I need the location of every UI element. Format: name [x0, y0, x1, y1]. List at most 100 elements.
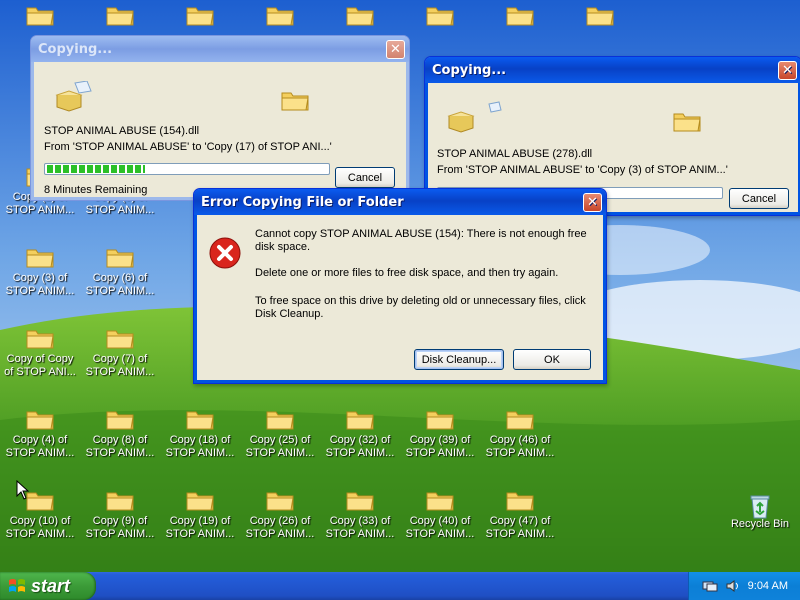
folder-icon	[186, 408, 214, 430]
folder-label: Copy (3) of STOP ANIM...	[5, 272, 75, 297]
desktop-folder[interactable]: Copy of Copy of STOP ANI...	[0, 323, 80, 395]
copy-progress-bar	[44, 163, 330, 175]
folder-label: Copy (40) of STOP ANIM...	[405, 515, 475, 540]
folder-icon	[506, 489, 534, 511]
recycle-bin-icon	[746, 492, 774, 519]
disk-cleanup-button[interactable]: Disk Cleanup...	[414, 349, 504, 370]
desktop-folder[interactable]: Copy (33) of STOP ANIM...	[320, 485, 400, 557]
clock[interactable]: 9:04 AM	[748, 580, 788, 592]
error-message-line1: Cannot copy STOP ANIMAL ABUSE (154): The…	[255, 228, 587, 240]
copy-from-to: From 'STOP ANIMAL ABUSE' to 'Copy (17) o…	[44, 141, 332, 153]
close-button[interactable]: ✕	[778, 60, 797, 80]
copy-progress-fill	[47, 165, 145, 173]
folder-icon	[673, 113, 701, 132]
folder-label: Copy (32) of STOP ANIM...	[325, 434, 395, 459]
error-dialog-titlebar[interactable]: Error Copying File or Folder ✕	[194, 189, 606, 215]
desktop-folder[interactable]: Copy (18) of STOP ANIM...	[160, 404, 240, 476]
desktop-folder[interactable]: Copy (4) of STOP ANIM...	[0, 404, 80, 476]
folder-icon	[26, 246, 54, 268]
folder-label: Copy (19) of STOP ANIM...	[165, 515, 235, 540]
window-title: Copying...	[38, 41, 113, 57]
error-message-line5: Disk Cleanup.	[255, 308, 324, 320]
folder-icon	[266, 489, 294, 511]
folder-icon	[106, 327, 134, 349]
copy-window-1[interactable]: Copying... ✕ STOP ANIMAL ABUSE (154).dll…	[30, 35, 410, 201]
desktop-folder[interactable]: Copy (10) of STOP ANIM...	[0, 485, 80, 557]
close-icon: ✕	[587, 194, 598, 210]
folder-icon	[426, 489, 454, 511]
folder-icon	[586, 4, 614, 26]
folder-icon	[346, 408, 374, 430]
desktop-folder[interactable]: Copy (8) of STOP ANIM...	[80, 404, 160, 476]
folder-label: Copy (39) of STOP ANIM...	[405, 434, 475, 459]
folder-icon	[266, 4, 294, 26]
folder-label: Copy (6) of STOP ANIM...	[85, 272, 155, 297]
error-message-line4: To free space on this drive by deleting …	[255, 295, 586, 307]
close-button[interactable]: ✕	[386, 39, 405, 59]
time-remaining: 8 Minutes Remaining	[44, 184, 148, 196]
close-button[interactable]: ✕	[583, 192, 602, 212]
close-icon: ✕	[390, 41, 401, 57]
folder-icon	[106, 246, 134, 268]
start-label: start	[31, 575, 71, 596]
copy-window-2-titlebar[interactable]: Copying... ✕	[425, 57, 800, 83]
folder-label: Copy (33) of STOP ANIM...	[325, 515, 395, 540]
flying-paper-icon	[55, 81, 92, 112]
copy-filename: STOP ANIMAL ABUSE (278).dll	[437, 148, 593, 160]
dialog-title: Error Copying File or Folder	[201, 194, 404, 210]
start-button[interactable]: start	[0, 572, 96, 600]
flying-paper-icon	[447, 101, 502, 133]
recycle-bin[interactable]: Recycle Bin	[720, 488, 800, 560]
folder-label: Copy (4) of STOP ANIM...	[5, 434, 75, 459]
desktop-folder[interactable]: Copy (39) of STOP ANIM...	[400, 404, 480, 476]
error-icon	[209, 237, 241, 269]
folder-icon	[426, 408, 454, 430]
error-message-line3: Delete one or more files to free disk sp…	[255, 267, 559, 279]
copy-window-1-titlebar[interactable]: Copying... ✕	[31, 36, 409, 62]
folder-label: Copy (26) of STOP ANIM...	[245, 515, 315, 540]
close-icon: ✕	[782, 62, 793, 78]
desktop-folder[interactable]: Copy (32) of STOP ANIM...	[320, 404, 400, 476]
ok-button[interactable]: OK	[513, 349, 591, 370]
folder-icon	[106, 4, 134, 26]
window-title: Copying...	[432, 62, 507, 78]
folder-icon	[106, 408, 134, 430]
error-dialog[interactable]: Error Copying File or Folder ✕ Cannot co…	[193, 188, 607, 384]
desktop-folder[interactable]: Copy (7) of STOP ANIM...	[80, 323, 160, 395]
network-icon[interactable]	[702, 580, 718, 592]
folder-label: Copy of Copy of STOP ANI...	[4, 353, 76, 378]
mouse-cursor-icon	[16, 480, 30, 500]
folder-label: Copy (8) of STOP ANIM...	[85, 434, 155, 459]
folder-icon	[26, 489, 54, 511]
desktop-folder[interactable]: Copy (40) of STOP ANIM...	[400, 485, 480, 557]
desktop-folder[interactable]: Copy (3) of STOP ANIM...	[0, 242, 80, 314]
folder-icon	[346, 4, 374, 26]
folder-label: Copy (25) of STOP ANIM...	[245, 434, 315, 459]
desktop-folder[interactable]: Copy (6) of STOP ANIM...	[80, 242, 160, 314]
folder-icon	[186, 4, 214, 26]
desktop-folder[interactable]: Copy (47) of STOP ANIM...	[480, 485, 560, 557]
folder-icon	[26, 408, 54, 430]
desktop-folder[interactable]: Copy (26) of STOP ANIM...	[240, 485, 320, 557]
folder-label: Copy (10) of STOP ANIM...	[5, 515, 75, 540]
folder-label: Copy (7) of STOP ANIM...	[85, 353, 155, 378]
system-tray: 9:04 AM	[688, 572, 800, 600]
folder-icon	[26, 4, 54, 26]
taskbar: start 9:04 AM	[0, 572, 800, 600]
folder-icon	[426, 4, 454, 26]
copy-from-to: From 'STOP ANIMAL ABUSE' to 'Copy (3) of…	[437, 164, 728, 176]
cancel-button[interactable]: Cancel	[729, 188, 789, 209]
error-message-line2: disk space.	[255, 241, 311, 253]
folder-icon	[106, 489, 134, 511]
folder-icon	[346, 489, 374, 511]
folder-icon	[506, 408, 534, 430]
volume-icon[interactable]	[726, 580, 740, 592]
desktop-folder[interactable]: Copy (25) of STOP ANIM...	[240, 404, 320, 476]
desktop-folder[interactable]: Copy (46) of STOP ANIM...	[480, 404, 560, 476]
cancel-button[interactable]: Cancel	[335, 167, 395, 188]
folder-icon	[266, 408, 294, 430]
desktop-folder[interactable]: Copy (9) of STOP ANIM...	[80, 485, 160, 557]
desktop-folder[interactable]: Copy (19) of STOP ANIM...	[160, 485, 240, 557]
copy-filename: STOP ANIMAL ABUSE (154).dll	[44, 125, 200, 137]
folder-icon	[26, 327, 54, 349]
